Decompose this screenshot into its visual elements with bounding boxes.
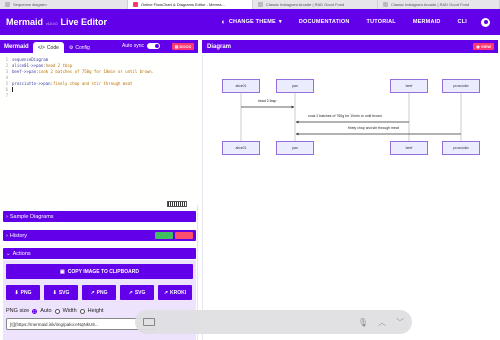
download-icon: ⬇ (52, 289, 57, 296)
chevron-right-icon: › (6, 232, 8, 239)
favicon-icon (383, 2, 388, 7)
external-link-icon: ↗ (163, 289, 169, 296)
external-link-icon: ↗ (90, 289, 95, 296)
participant-box-bottom: prosciutto (442, 141, 480, 155)
docs-button[interactable]: ▤ DOCS (171, 43, 194, 50)
diagram-header: Diagram ◉ VIEW (202, 40, 498, 53)
participant-box-top: alice01 (222, 79, 260, 93)
participant-box-bottom: alice01 (222, 141, 260, 155)
history-clear-button[interactable] (175, 232, 193, 239)
external-link-icon: ↗ (128, 289, 133, 296)
message-label: head 2 tbsp (258, 99, 277, 103)
chevron-down-icon[interactable]: ﹀ (396, 317, 404, 328)
chevron-down-icon: ⌄ (6, 250, 11, 257)
mermaid-favicon-icon (133, 2, 138, 7)
code-line: 5 prosciutto->>pan: finely chop and stir … (5, 80, 133, 86)
participant-box-top: prosciutto (442, 79, 480, 93)
auto-sync-label: Auto sync (122, 43, 144, 49)
kroki-button[interactable]: ↗ KROKI (158, 285, 192, 300)
participant-box-bottom: beef (390, 141, 428, 155)
nav-cli[interactable]: CLI (458, 19, 467, 25)
tab-code[interactable]: </> Code (32, 42, 64, 53)
browser-tab[interactable]: Classic Instagram Arcade | RAD Good Fond (253, 0, 378, 9)
keyboard-icon[interactable] (143, 318, 155, 326)
nav-documentation[interactable]: DOCUMENTATION (299, 19, 350, 25)
diagram-pane: Diagram ◉ VIEW alice01 pan beef prosciutt… (200, 40, 500, 340)
code-line: 3 beef->>pan: cook 2 batches of 750g for … (5, 68, 155, 74)
size-height-radio[interactable] (79, 308, 85, 314)
text-cursor (12, 86, 13, 92)
top-nav: ◐ CHANGE THEME ▾ DOCUMENTATION TUTORIAL ME… (204, 9, 500, 35)
message-label: cook 2 batches of 750g for 10min or unti… (308, 114, 383, 118)
nav-tutorial[interactable]: TUTORIAL (367, 19, 396, 25)
chevron-up-icon[interactable]: ︿ (378, 317, 386, 328)
brand-suffix: Live Editor (60, 17, 108, 27)
view-button[interactable]: ◉ VIEW (473, 43, 494, 50)
auto-sync: Auto sync (122, 43, 160, 49)
chevron-right-icon: › (6, 213, 8, 220)
brand[interactable]: Mermaid v10.0.0 Live Editor (6, 17, 107, 27)
gear-icon: ⚙ (68, 44, 74, 51)
editor-title: Mermaid (4, 43, 29, 50)
browser-tab-active[interactable]: Online FlowChart & Diagrams Editor - Mer… (128, 0, 253, 9)
sample-diagrams-section[interactable]: › Sample Diagrams (3, 211, 196, 222)
nav-mermaid[interactable]: MERMAID (413, 19, 441, 25)
editor-pane: Mermaid </> Code ⚙ Config Auto sync ▤ DOCS … (0, 40, 198, 340)
png-size-row: PNG size Auto Width Height (6, 308, 104, 314)
code-icon: </> (37, 44, 45, 51)
actions-section[interactable]: ⌄ Actions (3, 248, 196, 259)
participant-box-top: beef (390, 79, 428, 93)
download-svg-button[interactable]: ⬇ SVG (44, 285, 78, 300)
download-icon: ⬇ (14, 289, 19, 296)
history-buttons (155, 232, 193, 239)
diagram-title: Diagram (207, 43, 232, 50)
diagram-canvas[interactable]: alice01 pan beef prosciutto head 2 tbsp … (202, 55, 498, 340)
open-svg-button[interactable]: ↗ SVG (120, 285, 154, 300)
size-auto-radio[interactable] (32, 308, 38, 314)
history-save-button[interactable] (155, 232, 173, 239)
minimap[interactable] (167, 201, 187, 207)
brand-version: v10.0.0 (46, 22, 58, 26)
code-editor[interactable]: 1 sequenceDiagram 2 alice01->>pan: head 2 … (0, 53, 198, 207)
message-label: finely chop and stir through meat (348, 126, 399, 130)
browser-tab-strip: Sequence diagram Online FlowChart & Diag… (0, 0, 500, 9)
change-theme-menu[interactable]: ◐ CHANGE THEME ▾ (221, 19, 281, 26)
clipboard-icon: ▣ (60, 268, 65, 275)
history-section[interactable]: › History (3, 230, 196, 241)
keyboard-accessory-bar: 🎙 ︿ ﹀ (135, 310, 412, 334)
participant-box-bottom: pan (276, 141, 314, 155)
chevron-down-icon: ▾ (278, 19, 282, 25)
browser-tab[interactable]: Sequence diagram (0, 0, 128, 9)
markdown-link-field[interactable]: [![](https://mermaid.ink/img/pako:eNqNkU… (6, 318, 156, 330)
code-line: 7 (5, 92, 8, 98)
copy-image-button[interactable]: ▣ COPY IMAGE TO CLIPBOARD (6, 264, 193, 279)
book-icon: ▤ (174, 44, 179, 49)
editor-header: Mermaid </> Code ⚙ Config Auto sync ▤ DOCS (0, 40, 198, 53)
palette-icon: ◐ (221, 18, 226, 26)
download-png-button[interactable]: ⬇ PNG (6, 285, 40, 300)
tab-config[interactable]: ⚙ Config (64, 42, 95, 53)
favicon-icon (258, 2, 263, 7)
github-icon[interactable] (481, 17, 490, 27)
eye-icon: ◉ (476, 44, 480, 49)
auto-sync-toggle[interactable] (147, 43, 160, 49)
participant-box-top: pan (276, 79, 314, 93)
favicon-icon (5, 2, 10, 7)
browser-tab[interactable]: Classic Instagram Arcade | RAD Good Fond (378, 0, 500, 9)
open-png-button[interactable]: ↗ PNG (82, 285, 116, 300)
png-size-label: PNG size (6, 308, 30, 314)
size-width-radio[interactable] (54, 308, 60, 314)
brand-name: Mermaid (6, 17, 44, 27)
app-header: Mermaid v10.0.0 Live Editor ◐ CHANGE THEM… (0, 9, 500, 35)
microphone-icon[interactable]: 🎙 (358, 318, 368, 327)
